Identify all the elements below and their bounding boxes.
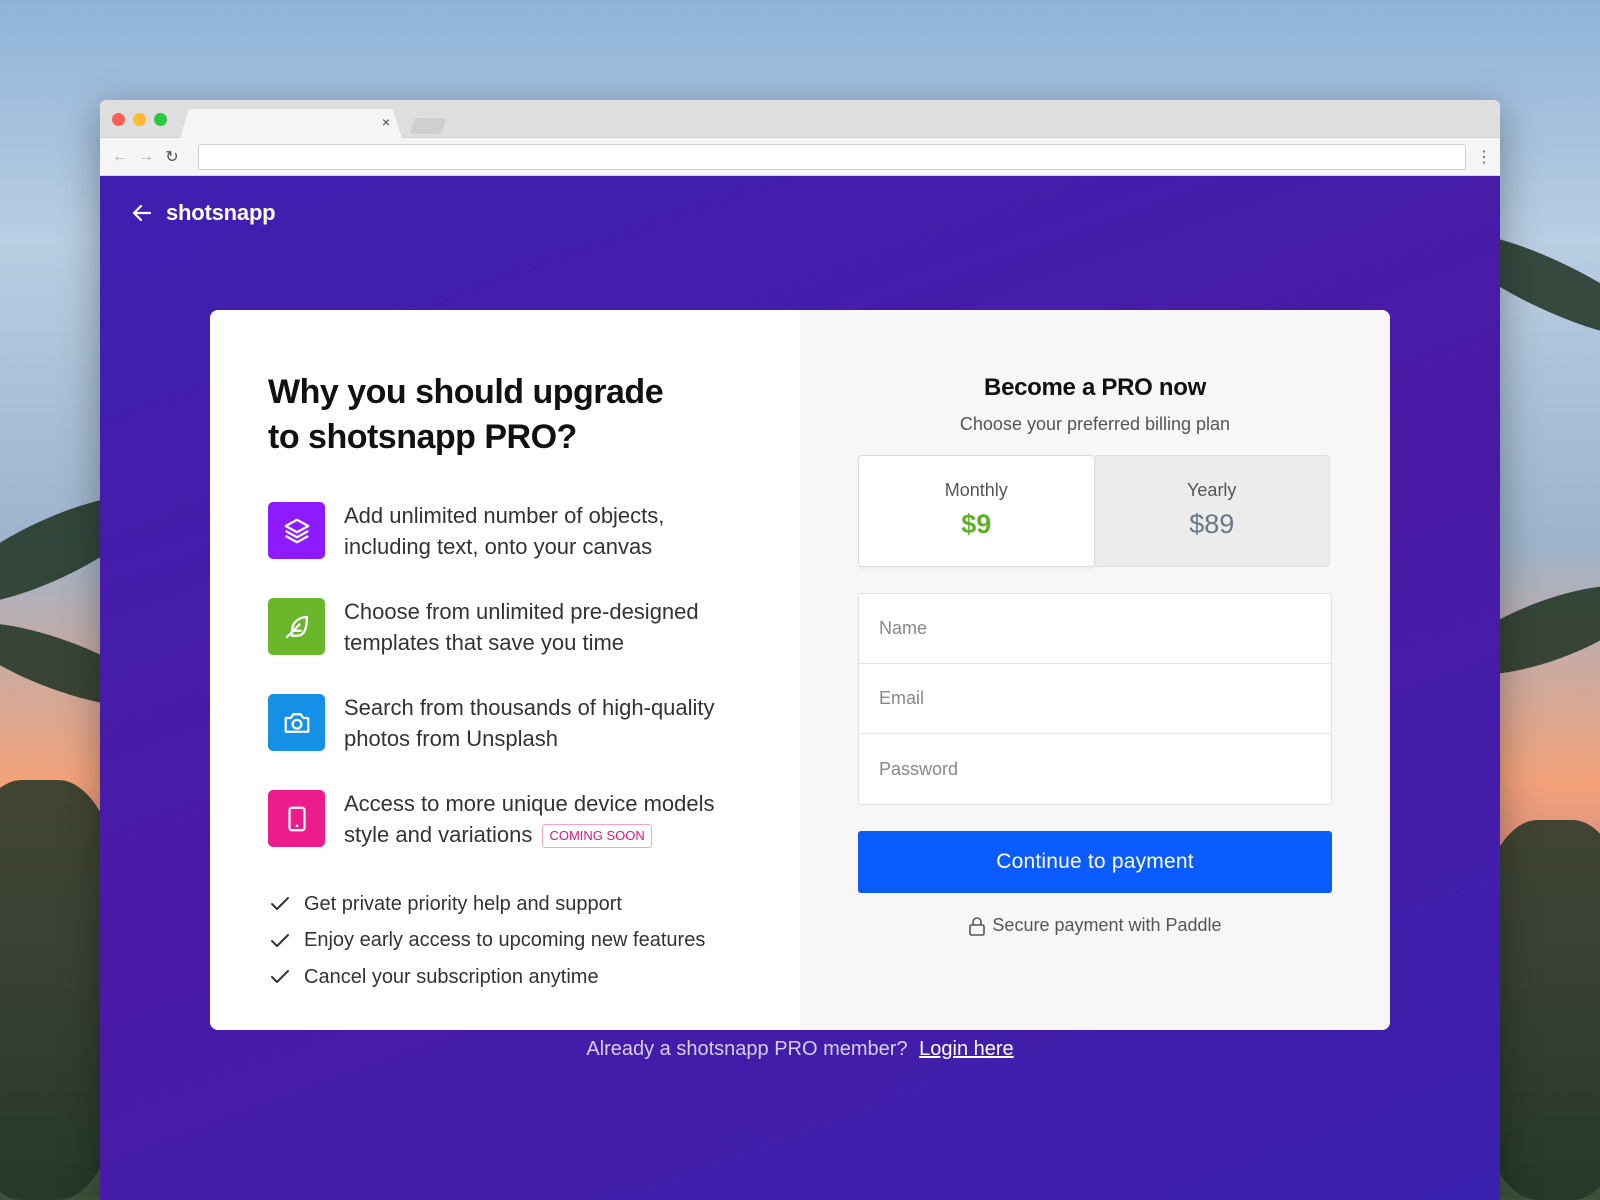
- feature-text: Access to more unique device models style…: [344, 791, 715, 849]
- minimize-window-button[interactable]: [133, 113, 146, 126]
- headline-line-2: to shotsnapp PRO?: [268, 418, 577, 456]
- checkmark-icon: [271, 897, 289, 911]
- window-controls: [112, 113, 167, 126]
- list-item: Enjoy early access to upcoming new featu…: [268, 923, 742, 960]
- benefits-panel: Why you should upgrade to shotsnapp PRO?…: [210, 310, 800, 1030]
- feature-text: Search from thousands of high-quality pho…: [344, 695, 715, 751]
- page-content: shotsnapp Why you should upgrade to shot…: [100, 176, 1500, 1200]
- feature-item-objects: Add unlimited number of objects, includin…: [268, 502, 742, 562]
- browser-window: × ← → ↻ ⋮ shotsnapp Why you should upgra…: [100, 100, 1500, 1200]
- new-tab-button[interactable]: [409, 118, 447, 134]
- forward-nav-icon[interactable]: →: [136, 148, 156, 166]
- address-bar[interactable]: [198, 143, 1466, 170]
- plan-price: $89: [1189, 509, 1235, 539]
- feather-icon: [268, 598, 325, 655]
- name-field[interactable]: [859, 594, 1331, 664]
- feature-text: Choose from unlimited pre-designed templa…: [344, 599, 699, 655]
- signup-form: [858, 593, 1332, 805]
- browser-menu-icon[interactable]: ⋮: [1476, 147, 1492, 167]
- lock-icon: [969, 916, 986, 936]
- camera-icon: [268, 694, 325, 751]
- plan-label: Yearly: [1187, 480, 1237, 500]
- secure-payment-note: Secure payment with Paddle: [858, 915, 1332, 936]
- back-arrow-icon[interactable]: [130, 201, 154, 225]
- plan-price: $9: [961, 509, 992, 539]
- login-link[interactable]: Login here: [919, 1038, 1014, 1060]
- feature-list: Add unlimited number of objects, includin…: [268, 502, 742, 850]
- checkout-subtitle: Choose your preferred billing plan: [959, 414, 1231, 434]
- checkout-panel: Become a PRO now Choose your preferred b…: [800, 310, 1390, 1030]
- login-prompt-text: Already a shotsnapp PRO member?: [586, 1038, 908, 1060]
- continue-to-payment-button[interactable]: Continue to payment: [858, 831, 1332, 893]
- browser-tab-bar: ×: [100, 100, 1500, 139]
- feature-item-templates: Choose from unlimited pre-designed templa…: [268, 598, 742, 658]
- close-window-button[interactable]: [112, 113, 125, 126]
- feature-text: Add unlimited number of objects, includin…: [344, 503, 665, 559]
- page-title: Why you should upgrade to shotsnapp PRO?: [268, 370, 742, 460]
- login-prompt: Already a shotsnapp PRO member? Login he…: [100, 1038, 1500, 1061]
- coming-soon-badge: COMING SOON: [542, 824, 652, 849]
- browser-toolbar: ← → ↻ ⋮: [100, 138, 1500, 176]
- email-field[interactable]: [859, 664, 1331, 734]
- tablet-icon: [268, 790, 325, 847]
- extra-benefits-list: Get private priority help and support En…: [268, 886, 742, 996]
- password-field[interactable]: [859, 734, 1331, 804]
- plan-label: Monthly: [944, 480, 1008, 500]
- billing-plan-selector: Monthly $9 Yearly $89: [858, 455, 1330, 567]
- checkout-title: Become a PRO now: [984, 374, 1206, 401]
- plan-option-monthly[interactable]: Monthly $9: [858, 455, 1095, 567]
- upgrade-card: Why you should upgrade to shotsnapp PRO?…: [210, 310, 1390, 1030]
- browser-tab[interactable]: ×: [180, 109, 402, 139]
- close-tab-icon[interactable]: ×: [382, 114, 390, 130]
- back-nav-icon[interactable]: ←: [110, 148, 130, 166]
- brand-header: shotsnapp: [130, 200, 276, 226]
- layers-icon: [268, 502, 325, 559]
- headline-line-1: Why you should upgrade: [268, 373, 664, 411]
- list-item: Get private priority help and support: [268, 886, 742, 923]
- reload-icon[interactable]: ↻: [162, 147, 182, 167]
- list-item: Cancel your subscription anytime: [268, 959, 742, 996]
- feature-item-photos: Search from thousands of high-quality pho…: [268, 694, 742, 754]
- checkmark-icon: [271, 970, 289, 984]
- brand-logo[interactable]: shotsnapp: [166, 200, 276, 226]
- maximize-window-button[interactable]: [154, 113, 167, 126]
- feature-item-devices: Access to more unique device models style…: [268, 790, 742, 850]
- checkmark-icon: [271, 933, 289, 947]
- secure-note-text: Secure payment with Paddle: [992, 915, 1222, 935]
- plan-option-yearly[interactable]: Yearly $89: [1094, 455, 1330, 567]
